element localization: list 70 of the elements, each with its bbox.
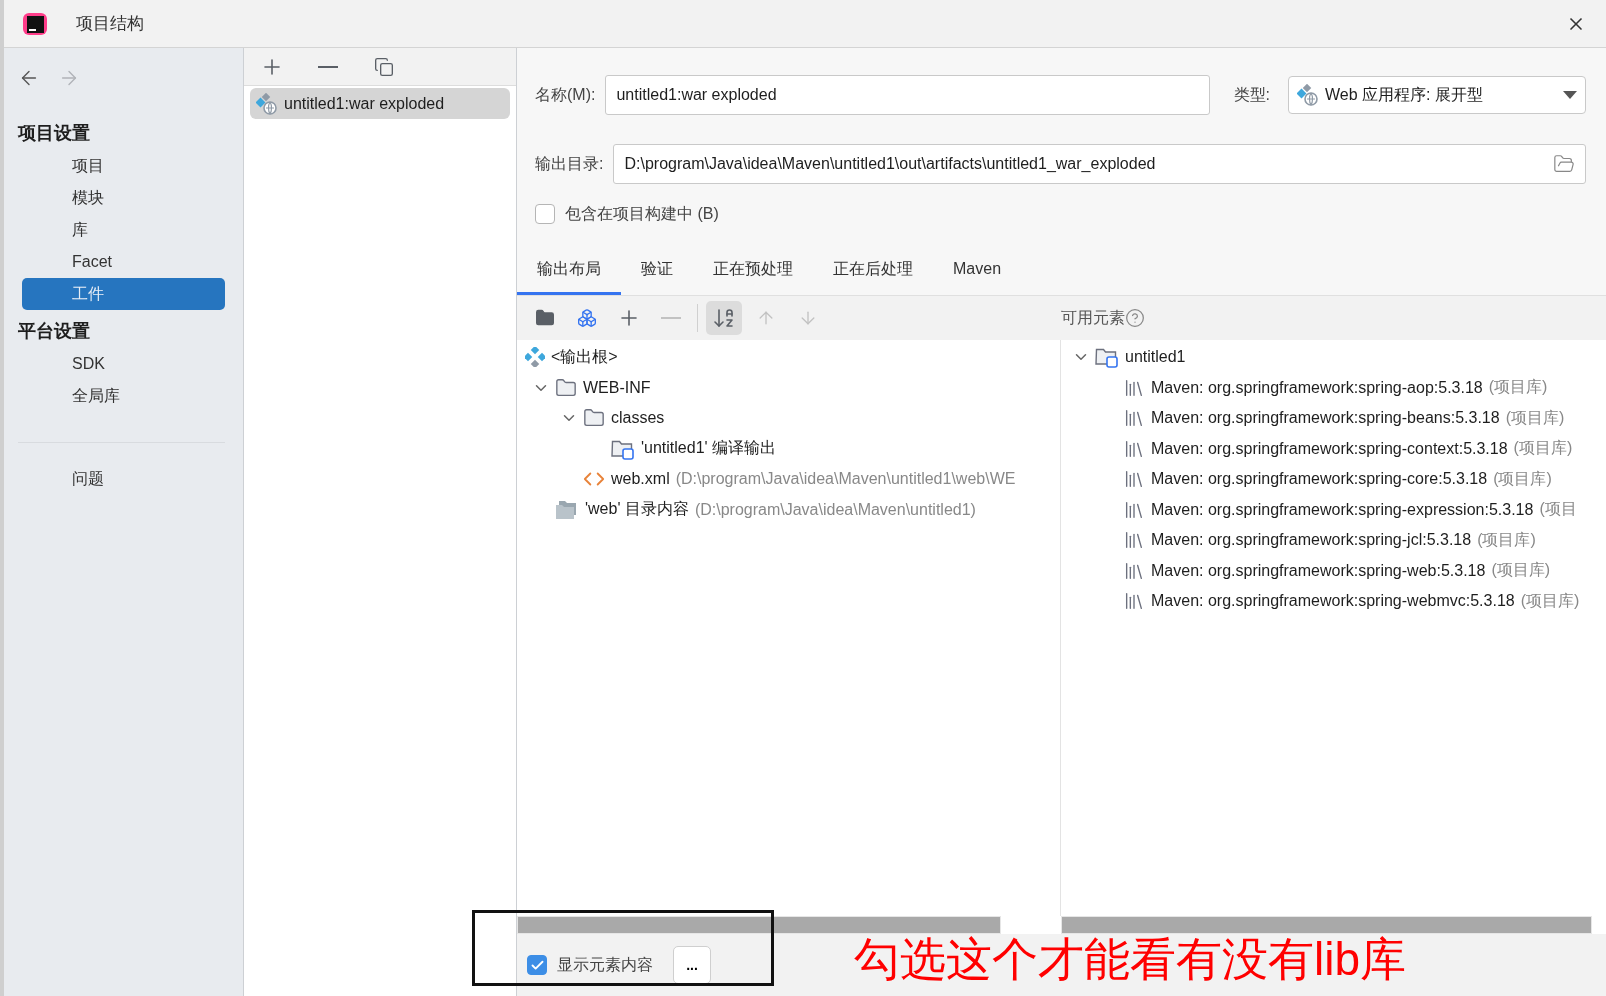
- output-field[interactable]: D:\program\Java\idea\Maven\untitled1\out\artifacts\untitled1_war_exploded: [613, 144, 1586, 184]
- web-artifact-icon: [1297, 84, 1319, 106]
- folder-icon: [555, 376, 577, 399]
- tree-item[interactable]: classes: [611, 409, 665, 428]
- sidebar-item[interactable]: 库: [22, 214, 225, 246]
- section-title: 项目设置: [18, 122, 91, 145]
- module-folder-icon: [1095, 346, 1119, 369]
- output-label: 输出目录:: [535, 153, 604, 174]
- window-title: 项目结构: [76, 13, 145, 35]
- tree-item-path: (项目库): [1513, 438, 1573, 459]
- tree-item[interactable]: 'untitled1' 编译输出: [641, 438, 777, 460]
- sidebar-item[interactable]: 项目: [22, 150, 225, 182]
- tree-item-path: (项目库): [1477, 529, 1536, 550]
- section-title: 平台设置: [18, 320, 91, 343]
- include-label: 包含在项目构建中 (B): [565, 203, 719, 224]
- tree-item[interactable]: Maven: org.springframework:spring-core:5.3.18: [1151, 470, 1488, 489]
- tree-item[interactable]: 'web' 目录内容: [585, 499, 689, 521]
- sidebar-item[interactable]: Facet: [22, 246, 225, 278]
- tree-item-path: (项目库): [1520, 590, 1580, 611]
- tree-item[interactable]: untitled1: [1125, 348, 1186, 367]
- copy-icon: [374, 56, 394, 77]
- tree-item[interactable]: <输出根>: [551, 346, 618, 368]
- tree-item[interactable]: Maven: org.springframework:spring-jcl:5.3.18: [1151, 531, 1472, 550]
- tree-item[interactable]: Maven: org.springframework:spring-web:5.3.18: [1151, 561, 1486, 580]
- tree-item[interactable]: Maven: org.springframework:spring-beans:5.3.18: [1151, 409, 1500, 428]
- type-label: 类型:: [1233, 84, 1270, 105]
- sidebar-item[interactable]: 问题: [22, 463, 225, 495]
- tree-item-path: (D:\program\Java\idea\Maven\untitled1\web\WE: [675, 470, 1016, 489]
- stacked-folder-icon: [555, 498, 579, 521]
- artifact-item[interactable]: untitled1:war exploded: [250, 88, 510, 119]
- more-button[interactable]: ...: [673, 946, 711, 984]
- name-label: 名称(M):: [535, 84, 596, 105]
- show-content-label: 显示元素内容: [557, 954, 653, 975]
- folder-plus-icon: [535, 308, 555, 328]
- sort-icon: [712, 306, 736, 330]
- tree-item[interactable]: Maven: org.springframework:spring-context:5.3.18: [1151, 439, 1508, 458]
- tree-item[interactable]: WEB-INF: [583, 378, 651, 397]
- show-content-checkbox[interactable]: [527, 955, 547, 975]
- diamond-cluster-icon: [525, 347, 545, 368]
- tree-item-path: (项目: [1539, 499, 1577, 520]
- sidebar-item[interactable]: 全局库: [22, 380, 225, 412]
- tree-item[interactable]: web.xml: [611, 470, 670, 489]
- available-elements-label: 可用元素: [1061, 307, 1125, 328]
- sidebar-item[interactable]: 模块: [22, 182, 225, 214]
- tree-item[interactable]: Maven: org.springframework:spring-aop:5.3.18: [1151, 378, 1483, 397]
- name-field[interactable]: untitled1:war exploded: [605, 75, 1210, 115]
- tree-item[interactable]: Maven: org.springframework:spring-webmvc:5.3.18: [1151, 592, 1515, 611]
- remove-icon: [318, 65, 338, 68]
- tree-item[interactable]: Maven: org.springframework:spring-expression:5.3.18: [1151, 500, 1534, 519]
- app-logo-icon: [22, 10, 48, 37]
- tab[interactable]: 验证: [621, 246, 693, 295]
- tree-item-path: (项目库): [1493, 468, 1552, 489]
- tree-item-path: (项目库): [1505, 407, 1565, 428]
- tree-item-path: (项目库): [1491, 560, 1551, 581]
- dropdown-caret-icon: [1563, 91, 1577, 99]
- tab[interactable]: 正在后处理: [813, 246, 933, 295]
- sidebar-item[interactable]: 工件: [22, 278, 225, 310]
- module-icon: [577, 308, 597, 328]
- help-icon[interactable]: [1125, 308, 1145, 328]
- tree-item-path: (项目库): [1488, 377, 1548, 398]
- sort-button[interactable]: [706, 301, 742, 335]
- include-checkbox[interactable]: [535, 204, 555, 224]
- annotation-text: 勾选这个才能看有没有lib库: [854, 936, 1407, 982]
- sidebar-item[interactable]: SDK: [22, 348, 225, 380]
- type-dropdown[interactable]: Web 应用程序: 展开型: [1288, 76, 1586, 114]
- folder-icon[interactable]: [1553, 153, 1575, 175]
- tab[interactable]: 正在预处理: [693, 246, 813, 295]
- tab[interactable]: Maven: [933, 246, 1022, 295]
- web-artifact-icon: [256, 92, 278, 115]
- tree-item-path: (D:\program\Java\idea\Maven\untitled1): [694, 500, 976, 519]
